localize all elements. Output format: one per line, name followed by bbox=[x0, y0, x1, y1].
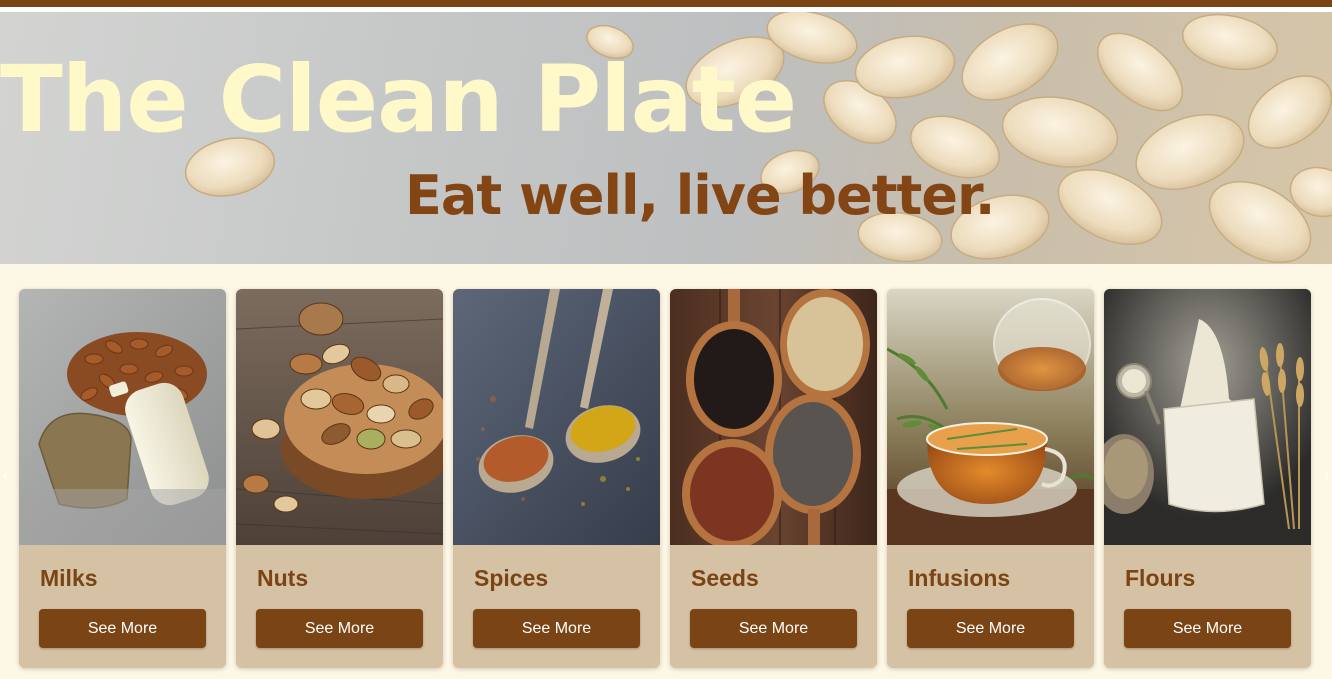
category-card-milks[interactable]: Milks See More bbox=[19, 289, 226, 668]
see-more-button[interactable]: See More bbox=[907, 609, 1074, 648]
category-card-flours[interactable]: Flours See More bbox=[1104, 289, 1311, 668]
nuts-image bbox=[236, 289, 443, 545]
category-title: Nuts bbox=[257, 565, 309, 591]
infusions-image bbox=[887, 289, 1094, 545]
see-more-button[interactable]: See More bbox=[690, 609, 857, 648]
spices-image bbox=[453, 289, 660, 545]
chevron-left-icon[interactable]: ‹ bbox=[0, 466, 10, 486]
category-card-infusions[interactable]: Infusions See More bbox=[887, 289, 1094, 668]
category-card-spices[interactable]: Spices See More bbox=[453, 289, 660, 668]
category-title: Infusions bbox=[908, 565, 1011, 591]
category-card-seeds[interactable]: Seeds See More bbox=[670, 289, 877, 668]
site-tagline: Eat well, live better. bbox=[405, 164, 995, 227]
hero-banner: The Clean Plate Eat well, live better. bbox=[0, 12, 1332, 264]
see-more-button[interactable]: See More bbox=[256, 609, 423, 648]
category-card-nuts[interactable]: Nuts See More bbox=[236, 289, 443, 668]
flours-image bbox=[1104, 289, 1311, 545]
top-accent-bar bbox=[0, 0, 1332, 7]
category-carousel: ‹ › Milks See More Nuts See More Spices … bbox=[0, 264, 1332, 679]
category-title: Seeds bbox=[691, 565, 759, 591]
category-title: Flours bbox=[1125, 565, 1196, 591]
chevron-right-icon[interactable]: › bbox=[1322, 466, 1332, 486]
see-more-button[interactable]: See More bbox=[473, 609, 640, 648]
milks-image bbox=[19, 289, 226, 545]
see-more-button[interactable]: See More bbox=[1124, 609, 1291, 648]
category-title: Spices bbox=[474, 565, 549, 591]
site-title: The Clean Plate bbox=[0, 46, 797, 153]
seeds-image bbox=[670, 289, 877, 545]
see-more-button[interactable]: See More bbox=[39, 609, 206, 648]
category-title: Milks bbox=[40, 565, 98, 591]
